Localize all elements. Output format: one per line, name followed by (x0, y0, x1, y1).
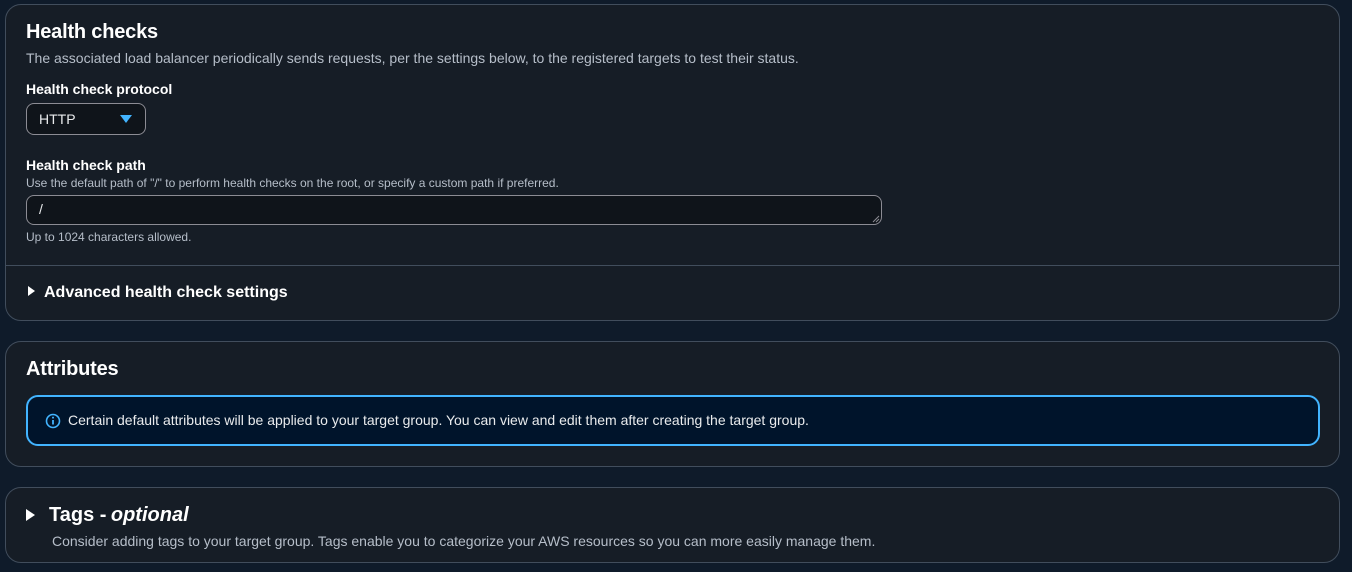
attributes-title: Attributes (26, 358, 119, 380)
section-divider (6, 265, 1339, 266)
health-checks-description: The associated load balancer periodicall… (26, 50, 799, 66)
health-check-protocol-select[interactable]: HTTP (26, 103, 146, 135)
caret-right-icon (28, 285, 35, 296)
advanced-health-check-settings-toggle[interactable]: Advanced health check settings (28, 284, 288, 302)
health-checks-title: Health checks (26, 21, 158, 43)
health-check-path-description: Use the default path of "/" to perform h… (26, 176, 559, 190)
attributes-info-alert: Certain default attributes will be appli… (26, 395, 1320, 446)
health-check-path-constraint: Up to 1024 characters allowed. (26, 230, 192, 244)
caret-right-icon (26, 508, 35, 521)
tags-title: Tags - (49, 504, 107, 526)
attributes-info-text: Certain default attributes will be appli… (68, 412, 809, 428)
health-check-path-input[interactable] (26, 195, 882, 225)
health-checks-panel: Health checks The associated load balanc… (5, 4, 1340, 321)
tags-toggle[interactable]: Tags - optional (26, 504, 189, 527)
tags-panel: Tags - optional Consider adding tags to … (5, 487, 1340, 563)
health-check-protocol-value: HTTP (39, 111, 76, 127)
info-icon (45, 413, 61, 429)
tags-optional-label: optional (110, 504, 189, 526)
advanced-health-check-settings-label: Advanced health check settings (44, 284, 288, 301)
health-check-path-label: Health check path (26, 157, 146, 173)
attributes-panel: Attributes Certain default attributes wi… (5, 341, 1340, 467)
tags-description: Consider adding tags to your target grou… (52, 533, 876, 549)
caret-down-icon (120, 115, 132, 123)
page: Health checks The associated load balanc… (0, 0, 1352, 572)
health-check-protocol-label: Health check protocol (26, 81, 173, 97)
